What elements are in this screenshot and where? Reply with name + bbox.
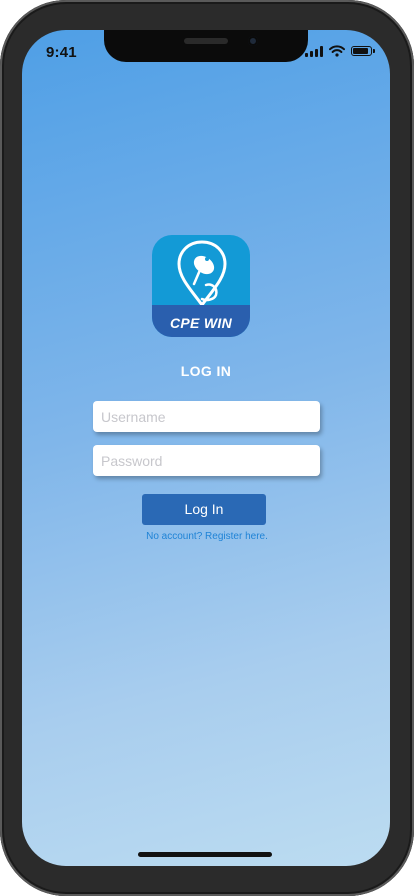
notch xyxy=(104,30,308,62)
map-pin-satellite-dish-icon xyxy=(177,240,227,307)
phone-frame: 9:41 CPE WIN LOG IN Username Log In No a… xyxy=(0,0,414,896)
app-logo: CPE WIN xyxy=(152,235,250,337)
username-field[interactable] xyxy=(93,401,320,432)
status-time: 9:41 xyxy=(46,44,77,61)
login-button[interactable]: Log In xyxy=(142,494,266,525)
logo-text: CPE WIN xyxy=(170,315,232,331)
password-input[interactable] xyxy=(93,445,320,476)
login-title: LOG IN xyxy=(180,363,232,379)
app-screen: 9:41 CPE WIN LOG IN Username Log In No a… xyxy=(22,30,390,866)
battery-icon xyxy=(351,46,375,56)
username-input[interactable] xyxy=(93,401,320,432)
home-indicator[interactable] xyxy=(138,852,272,857)
front-camera xyxy=(248,36,258,46)
status-icons xyxy=(305,45,375,57)
speaker-grille xyxy=(184,38,228,44)
wifi-icon xyxy=(329,45,345,57)
register-link[interactable]: No account? Register here. xyxy=(22,531,390,542)
password-field[interactable] xyxy=(93,445,320,476)
cellular-signal-icon xyxy=(305,45,323,57)
